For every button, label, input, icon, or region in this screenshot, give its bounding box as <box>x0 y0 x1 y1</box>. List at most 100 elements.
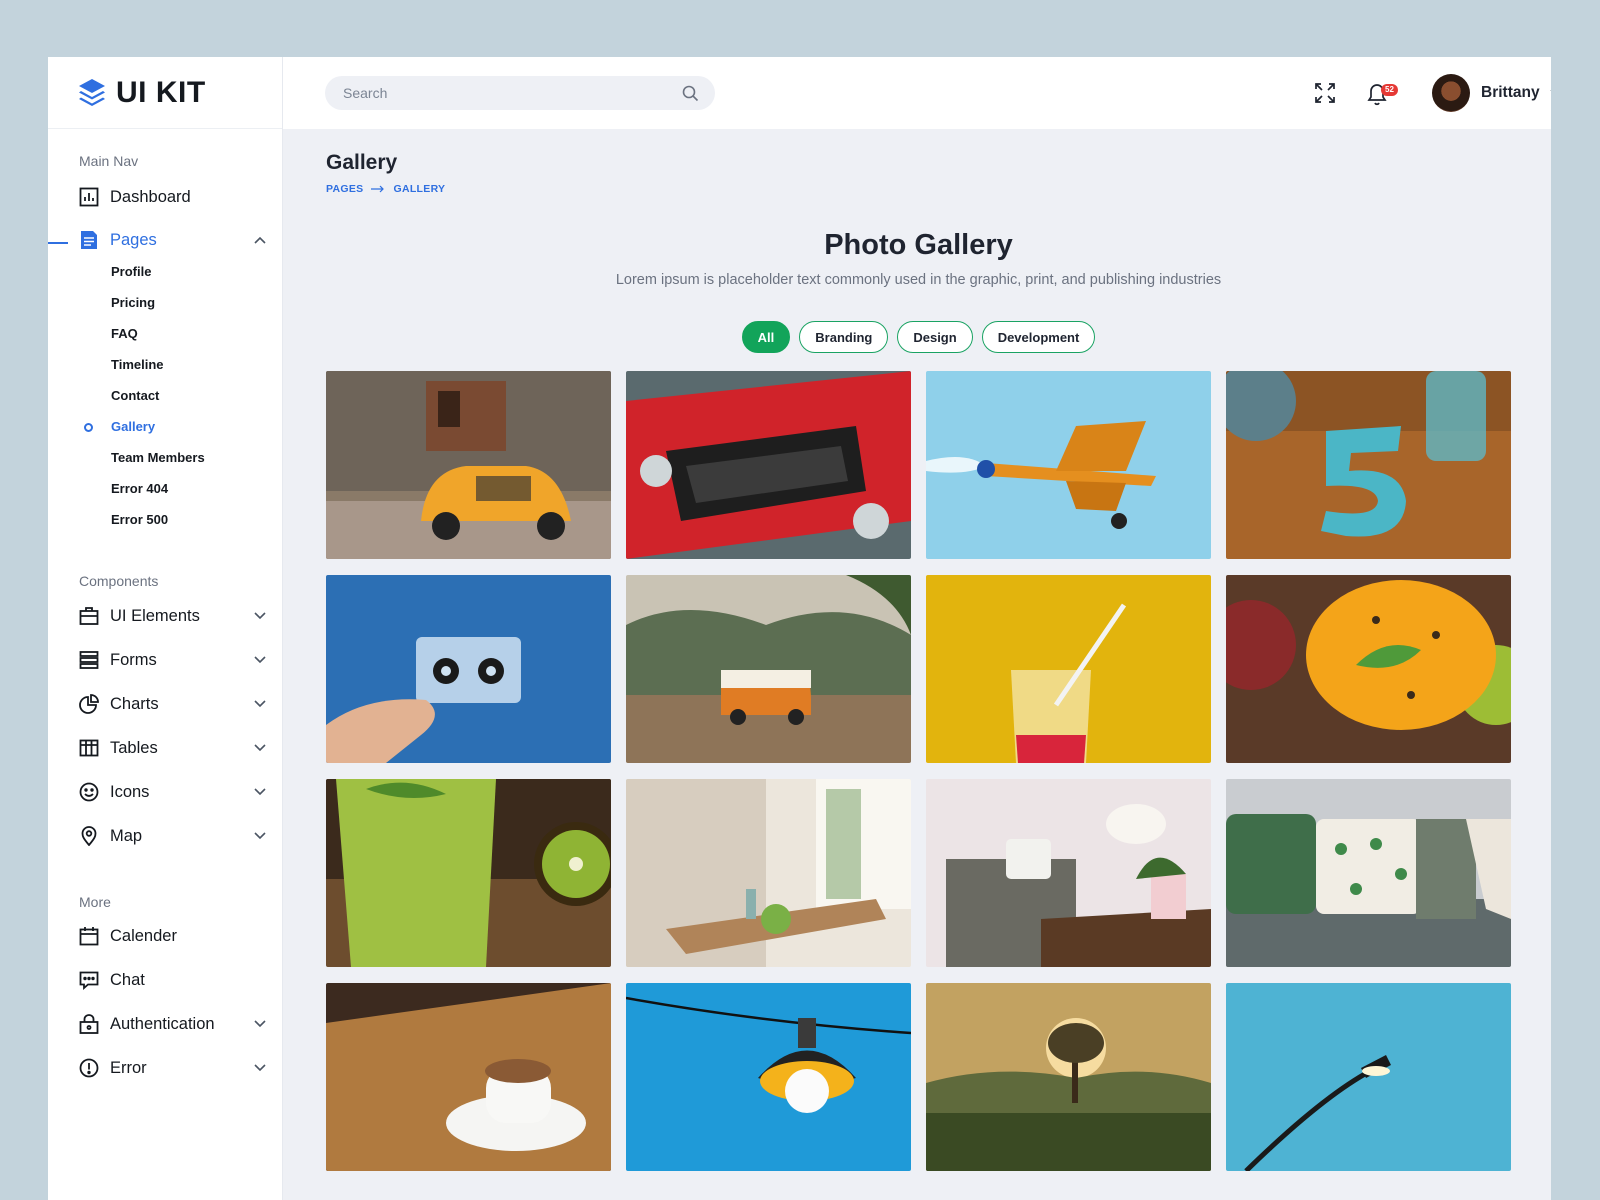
sidebar-item-label: Icons <box>110 782 150 801</box>
filter-design-button[interactable]: Design <box>897 321 973 353</box>
photo-living-room[interactable] <box>926 779 1211 967</box>
chevron-down-icon <box>1550 89 1551 92</box>
sidebar-subitem-team-members[interactable]: Team Members <box>111 450 205 465</box>
photo-coffee-cup[interactable] <box>326 983 611 1171</box>
chevron-down-icon <box>252 784 268 800</box>
photo-green-smoothie[interactable] <box>326 779 611 967</box>
sidebar-item-label: Authentication <box>110 1014 215 1033</box>
search-bar[interactable] <box>325 76 715 110</box>
app-window: UI KIT Main Nav Dashboard Pages Profile … <box>48 57 1551 1200</box>
active-indicator <box>48 242 68 244</box>
map-pin-icon <box>78 825 100 847</box>
sidebar-item-label: Forms <box>110 650 157 669</box>
sidebar-subitem-contact[interactable]: Contact <box>111 388 159 403</box>
photo-passion-fruit-drink[interactable] <box>1226 575 1511 763</box>
page-title: Gallery <box>326 151 398 174</box>
sidebar-item-error[interactable]: Error <box>78 1055 268 1081</box>
chevron-up-icon <box>252 232 268 248</box>
chevron-down-icon <box>252 696 268 712</box>
forms-icon <box>78 649 100 671</box>
filter-development-button[interactable]: Development <box>981 321 1096 353</box>
gallery-subtitle: Lorem ipsum is placeholder text commonly… <box>615 272 1222 288</box>
sidebar-subitem-faq[interactable]: FAQ <box>111 326 138 341</box>
chevron-down-icon <box>252 740 268 756</box>
sidebar-item-label: Dashboard <box>110 187 191 206</box>
sidebar-item-label: Calender <box>110 926 177 945</box>
sidebar-subitem-error-404[interactable]: Error 404 <box>111 481 168 496</box>
chevron-down-icon <box>252 1016 268 1032</box>
sidebar-item-map[interactable]: Map <box>78 823 268 849</box>
photo-yellow-car[interactable] <box>326 371 611 559</box>
sidebar-item-pages[interactable]: Pages <box>78 227 268 253</box>
sidebar-item-label: Pages <box>110 230 157 249</box>
smiley-icon <box>78 781 100 803</box>
sidebar-item-tables[interactable]: Tables <box>78 735 268 761</box>
sidebar-subitem-timeline[interactable]: Timeline <box>111 357 164 372</box>
pie-chart-icon <box>78 693 100 715</box>
breadcrumb-pages-link[interactable]: PAGES <box>326 183 363 195</box>
photo-red-car[interactable] <box>626 371 911 559</box>
alert-icon <box>78 1057 100 1079</box>
sidebar: UI KIT Main Nav Dashboard Pages Profile … <box>48 57 283 1200</box>
chevron-down-icon <box>252 652 268 668</box>
sidebar-item-authentication[interactable]: Authentication <box>78 1011 268 1037</box>
sidebar-item-label: Charts <box>110 694 159 713</box>
sidebar-item-dashboard[interactable]: Dashboard <box>78 184 268 210</box>
sidebar-subitem-pricing[interactable]: Pricing <box>111 295 155 310</box>
user-menu[interactable]: Brittany <box>1432 74 1551 112</box>
sidebar-item-label: Map <box>110 826 143 845</box>
chevron-down-icon <box>252 828 268 844</box>
sidebar-item-chat[interactable]: Chat <box>78 967 268 993</box>
logo[interactable]: UI KIT <box>48 57 282 129</box>
breadcrumb: PAGES GALLERY <box>326 183 445 195</box>
notification-badge: 52 <box>1381 84 1398 96</box>
filter-all-button[interactable]: All <box>741 321 791 353</box>
active-subitem-dot <box>84 423 93 432</box>
photo-dining-room[interactable] <box>626 779 911 967</box>
components-label: Components <box>79 573 159 589</box>
calendar-icon <box>78 925 100 947</box>
search-icon[interactable] <box>682 85 699 102</box>
main-nav-label: Main Nav <box>79 153 139 169</box>
photo-juice-glass[interactable] <box>926 575 1211 763</box>
photo-biplane[interactable] <box>926 371 1211 559</box>
chevron-down-icon <box>252 608 268 624</box>
sidebar-subitem-error-500[interactable]: Error 500 <box>111 512 168 527</box>
fullscreen-icon[interactable] <box>1314 82 1336 104</box>
sidebar-subitem-profile[interactable]: Profile <box>111 264 151 279</box>
sidebar-item-label: UI Elements <box>110 606 200 625</box>
logo-text: UI KIT <box>116 75 206 109</box>
sidebar-item-icons[interactable]: Icons <box>78 779 268 805</box>
sidebar-item-label: Tables <box>110 738 158 757</box>
photo-number-five[interactable] <box>1226 371 1511 559</box>
top-header: 52 Brittany <box>283 57 1551 129</box>
gallery-title: Photo Gallery <box>824 229 1013 261</box>
photo-grid <box>326 371 1511 1171</box>
filter-branding-button[interactable]: Branding <box>799 321 889 353</box>
search-input[interactable] <box>343 85 682 101</box>
sidebar-item-ui-elements[interactable]: UI Elements <box>78 603 268 629</box>
bar-chart-icon <box>78 186 100 208</box>
sidebar-item-charts[interactable]: Charts <box>78 691 268 717</box>
photo-misty-sunrise[interactable] <box>926 983 1211 1171</box>
photo-cassette[interactable] <box>326 575 611 763</box>
chevron-down-icon <box>252 1060 268 1076</box>
chat-icon <box>78 969 100 991</box>
sidebar-item-forms[interactable]: Forms <box>78 647 268 673</box>
filter-bar: All Branding Design Development <box>326 321 1511 353</box>
document-icon <box>78 229 100 251</box>
sidebar-item-calender[interactable]: Calender <box>78 923 268 949</box>
briefcase-icon <box>78 605 100 627</box>
arrow-right-icon <box>371 185 385 193</box>
sidebar-subitem-gallery[interactable]: Gallery <box>111 419 155 434</box>
photo-hanging-bulb[interactable] <box>626 983 911 1171</box>
lock-icon <box>78 1013 100 1035</box>
photo-street-lamp[interactable] <box>1226 983 1511 1171</box>
avatar[interactable] <box>1432 74 1470 112</box>
breadcrumb-current: GALLERY <box>393 183 446 195</box>
photo-orange-van[interactable] <box>626 575 911 763</box>
more-label: More <box>79 894 111 910</box>
photo-cactus-pillow[interactable] <box>1226 779 1511 967</box>
table-icon <box>78 737 100 759</box>
sidebar-item-label: Error <box>110 1058 147 1077</box>
